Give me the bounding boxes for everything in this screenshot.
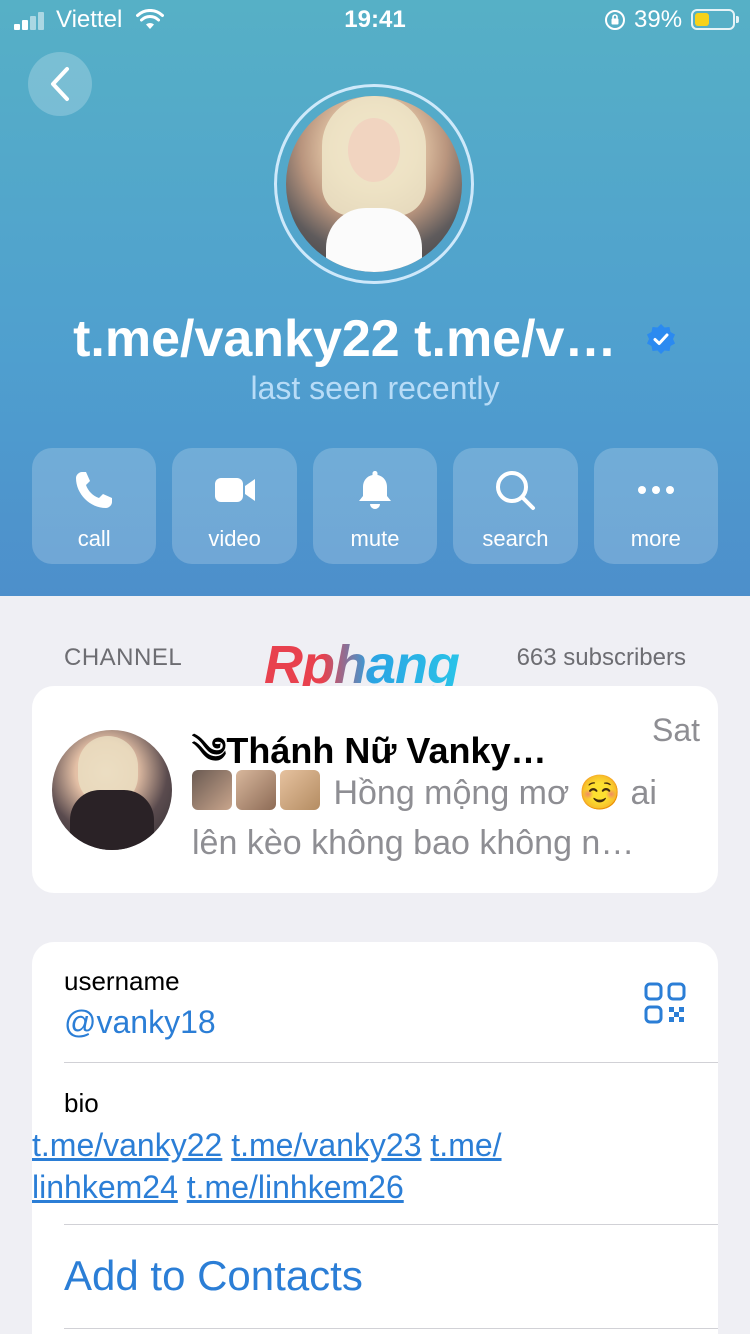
media-thumbnail — [236, 770, 276, 810]
preview-line-2: lên kèo không bao không n… — [192, 824, 635, 862]
username-value[interactable]: @vanky18 — [64, 1004, 216, 1041]
bio-label: bio — [64, 1088, 99, 1118]
bio-link[interactable]: t.me/vanky23 — [231, 1127, 421, 1163]
more-button[interactable]: more — [593, 448, 719, 564]
profile-header: Viettel 19:41 39% t.me/vanky22 t.me/v… l… — [0, 0, 750, 596]
channel-preview: Hồng mộng mơ ☺️ ai lên kèo không bao khô… — [192, 768, 702, 868]
divider — [64, 1224, 718, 1225]
video-camera-icon — [214, 478, 255, 502]
rotation-lock-icon — [605, 10, 625, 30]
call-button[interactable]: call — [32, 448, 157, 564]
divider — [64, 1328, 718, 1329]
media-thumbnail — [192, 770, 232, 810]
mute-button[interactable]: mute — [312, 448, 438, 564]
call-label: call — [77, 526, 111, 551]
channel-avatar — [52, 730, 172, 850]
more-dots-icon — [637, 486, 674, 494]
media-thumbnail — [280, 770, 320, 810]
mute-label: mute — [350, 526, 400, 551]
chevron-left-icon — [51, 67, 69, 101]
search-label: search — [482, 526, 549, 551]
divider — [64, 1062, 718, 1063]
preview-line-1: Hồng mộng mơ ☺️ ai — [333, 774, 657, 812]
battery-percent: 39% — [634, 6, 683, 33]
subscriber-count: 663 subscribers — [516, 644, 686, 671]
profile-avatar[interactable] — [286, 96, 462, 272]
video-button[interactable]: video — [172, 448, 297, 564]
verified-badge-icon — [646, 324, 675, 355]
add-to-contacts-button[interactable]: Add to Contacts — [64, 1252, 363, 1300]
bio-link[interactable]: t.me/ — [430, 1127, 501, 1163]
bell-icon — [359, 471, 392, 509]
channel-time: Sat — [651, 712, 700, 748]
channel-section-label: CHANNEL — [64, 644, 183, 671]
battery-fill — [695, 13, 709, 26]
qr-code-icon[interactable] — [644, 982, 686, 1024]
last-seen-status: last seen recently — [250, 370, 500, 406]
profile-name-row: t.me/vanky22 t.me/v… — [0, 306, 750, 369]
more-label: more — [630, 526, 681, 551]
phone-icon — [76, 472, 113, 508]
username-label: username — [64, 966, 180, 996]
video-label: video — [208, 526, 261, 551]
profile-name: t.me/vanky22 t.me/v… — [73, 310, 617, 369]
back-button[interactable] — [28, 52, 92, 116]
battery-icon — [691, 9, 739, 30]
bio-link[interactable]: t.me/vanky22 — [32, 1127, 222, 1163]
bio-link[interactable]: linhkem24 — [32, 1169, 178, 1205]
status-bar: Viettel 19:41 39% — [0, 0, 750, 40]
bio-links: t.me/vanky22 t.me/vanky23 t.me/ linhkem2… — [32, 1124, 652, 1208]
channel-card[interactable]: ༄Thánh Nữ Vanky… Sat Hồng mộng mơ ☺️ ai … — [32, 686, 718, 893]
bio-link[interactable]: t.me/linhkem26 — [187, 1169, 404, 1205]
search-icon — [496, 471, 536, 510]
action-buttons: call video mute search more — [32, 448, 719, 564]
search-button[interactable]: search — [453, 448, 578, 564]
